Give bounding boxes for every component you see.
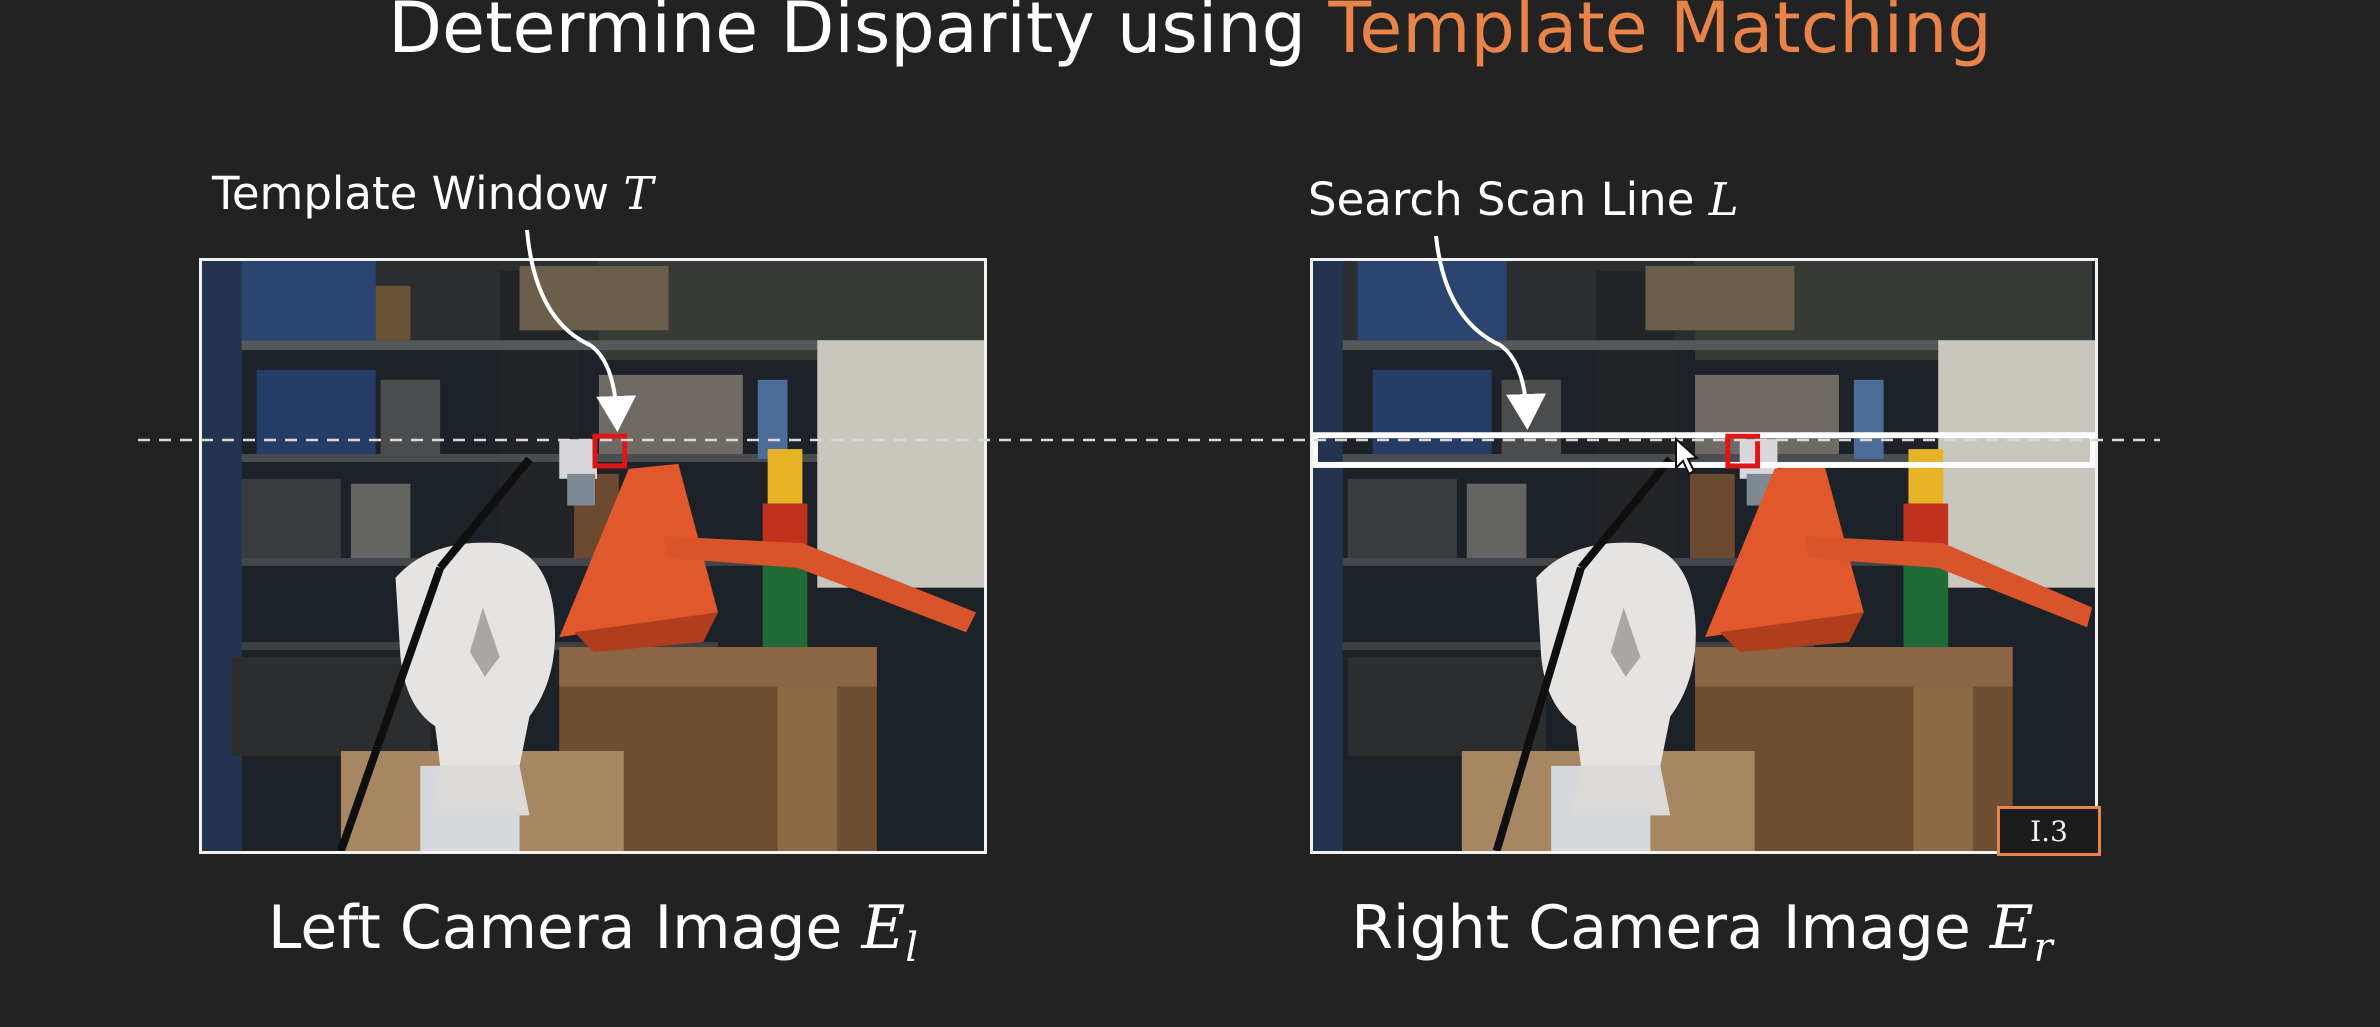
right-camera-caption: Right Camera Image Er bbox=[1252, 888, 2152, 988]
search-scan-line-label: Search Scan Line L bbox=[1308, 170, 1739, 230]
right-camera-image bbox=[1310, 258, 2098, 854]
title-accent: Template Matching bbox=[1328, 0, 1992, 69]
search-scan-line-text: Search Scan Line bbox=[1308, 173, 1695, 226]
right-caption-symbol: Er bbox=[1989, 893, 2053, 971]
template-window-text: Template Window bbox=[212, 167, 610, 220]
search-scan-line-symbol: L bbox=[1708, 173, 1739, 226]
right-caption-text: Right Camera Image bbox=[1351, 893, 1971, 963]
left-caption-symbol: El bbox=[861, 893, 919, 971]
template-window-symbol: T bbox=[623, 167, 654, 220]
template-window-label: Template Window T bbox=[212, 164, 653, 224]
left-scene-illustration bbox=[202, 261, 984, 851]
title-prefix: Determine Disparity using bbox=[388, 0, 1307, 69]
slide-number-badge: I.3 bbox=[1997, 806, 2101, 856]
right-scene-illustration bbox=[1313, 261, 2095, 851]
left-camera-image bbox=[199, 258, 987, 854]
left-caption-text: Left Camera Image bbox=[267, 893, 843, 963]
slide-title: Determine Disparity using Template Match… bbox=[0, 0, 2380, 78]
left-camera-caption: Left Camera Image El bbox=[143, 888, 1043, 988]
